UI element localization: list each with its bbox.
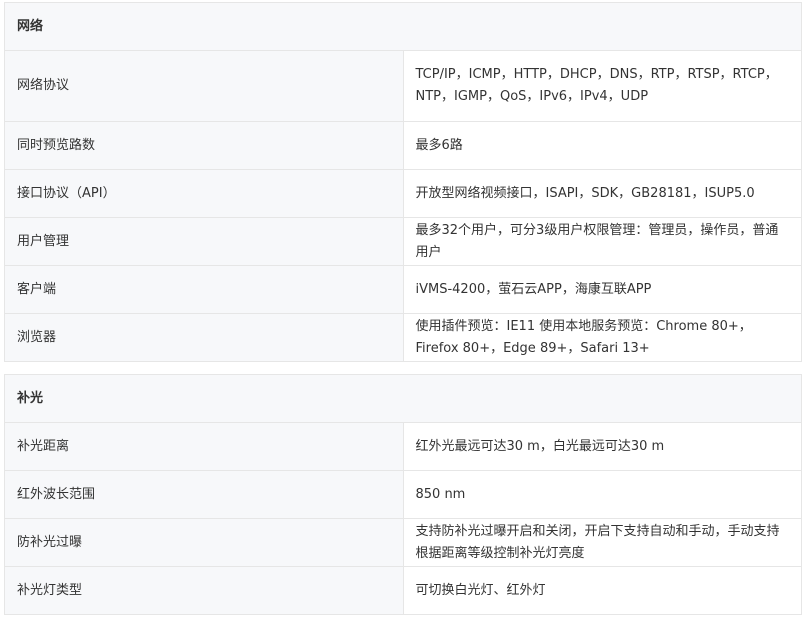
row-value: 开放型网络视频接口，ISAPI，SDK，GB28181，ISUP5.0 — [402, 169, 802, 218]
row-label: 同时预览路数 — [4, 121, 404, 170]
row-label: 用户管理 — [4, 217, 404, 266]
row-value: 最多32个用户，可分3级用户权限管理：管理员，操作员，普通用户 — [402, 217, 802, 266]
row-label: 网络协议 — [4, 50, 404, 122]
table-row: 同时预览路数 最多6路 — [4, 121, 802, 170]
table-row: 接口协议（API） 开放型网络视频接口，ISAPI，SDK，GB28181，IS… — [4, 169, 802, 218]
row-value: iVMS-4200，萤石云APP，海康互联APP — [402, 265, 802, 314]
section-header-network: 网络 — [4, 2, 802, 51]
row-value: 最多6路 — [402, 121, 802, 170]
table-row: 红外波长范围 850 nm — [4, 470, 802, 519]
row-label: 补光灯类型 — [4, 566, 404, 615]
section-header-fill-light: 补光 — [4, 374, 802, 423]
row-value: 红外光最远可达30 m，白光最远可达30 m — [402, 422, 802, 471]
section-title-fill-light: 补光 — [4, 374, 802, 423]
row-value: 使用插件预览：IE11 使用本地服务预览：Chrome 80+，Firefox … — [402, 313, 802, 362]
row-value: 可切换白光灯、红外灯 — [402, 566, 802, 615]
row-label: 防补光过曝 — [4, 518, 404, 567]
table-row: 客户端 iVMS-4200，萤石云APP，海康互联APP — [4, 265, 802, 314]
row-label: 红外波长范围 — [4, 470, 404, 519]
table-row: 防补光过曝 支持防补光过曝开启和关闭，开启下支持自动和手动，手动支持根据距离等级… — [4, 518, 802, 567]
table-row: 补光灯类型 可切换白光灯、红外灯 — [4, 566, 802, 615]
row-label: 补光距离 — [4, 422, 404, 471]
row-label: 接口协议（API） — [4, 169, 404, 218]
row-label: 浏览器 — [4, 313, 404, 362]
table-row: 浏览器 使用插件预览：IE11 使用本地服务预览：Chrome 80+，Fire… — [4, 313, 802, 362]
row-value: 850 nm — [402, 470, 802, 519]
table-row: 补光距离 红外光最远可达30 m，白光最远可达30 m — [4, 422, 802, 471]
row-label: 客户端 — [4, 265, 404, 314]
row-value: TCP/IP，ICMP，HTTP，DHCP，DNS，RTP，RTSP，RTCP，… — [402, 50, 802, 122]
row-value: 支持防补光过曝开启和关闭，开启下支持自动和手动，手动支持根据距离等级控制补光灯亮… — [402, 518, 802, 567]
table-row: 用户管理 最多32个用户，可分3级用户权限管理：管理员，操作员，普通用户 — [4, 217, 802, 266]
fill-light-spec-table: 补光 补光距离 红外光最远可达30 m，白光最远可达30 m 红外波长范围 85… — [4, 374, 802, 615]
section-title-network: 网络 — [4, 2, 802, 51]
table-row: 网络协议 TCP/IP，ICMP，HTTP，DHCP，DNS，RTP，RTSP，… — [4, 50, 802, 122]
network-spec-table: 网络 网络协议 TCP/IP，ICMP，HTTP，DHCP，DNS，RTP，RT… — [4, 2, 802, 362]
